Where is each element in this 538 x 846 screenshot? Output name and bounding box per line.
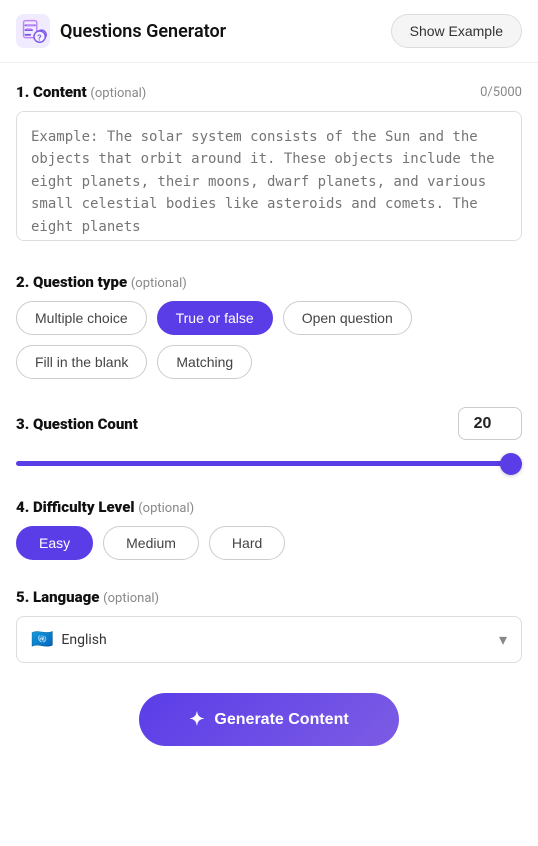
language-flag: 🇺🇳	[31, 629, 53, 650]
section1-title: 1. Content (optional)	[16, 83, 146, 101]
section-language: 5. Language (optional) 🇺🇳 English ▾	[16, 588, 522, 663]
pill-open-question[interactable]: Open question	[283, 301, 412, 335]
show-example-button[interactable]: Show Example	[391, 14, 522, 48]
slider-container	[16, 452, 522, 470]
main-content: 1. Content (optional) 0/5000 2. Question…	[0, 63, 538, 683]
pill-true-or-false[interactable]: True or false	[157, 301, 273, 335]
question-count-row: 3. Question Count	[16, 407, 522, 440]
section5-label: 5. Language (optional)	[16, 588, 522, 606]
pill-easy[interactable]: Easy	[16, 526, 93, 560]
questions-generator-icon: ?	[16, 14, 50, 48]
count-input-wrap	[458, 407, 522, 440]
section2-title: 2. Question type (optional)	[16, 273, 187, 291]
question-count-slider[interactable]	[16, 461, 522, 466]
content-textarea[interactable]	[16, 111, 522, 241]
sparkle-icon: ✦	[189, 709, 204, 730]
pill-fill-in-the-blank[interactable]: Fill in the blank	[16, 345, 147, 379]
section4-label: 4. Difficulty Level (optional)	[16, 498, 522, 516]
section5-title: 5. Language (optional)	[16, 588, 159, 606]
count-input[interactable]	[471, 415, 509, 433]
char-count: 0/5000	[480, 85, 522, 100]
section2-label: 2. Question type (optional)	[16, 273, 522, 291]
section-content: 1. Content (optional) 0/5000	[16, 83, 522, 245]
section-question-count: 3. Question Count	[16, 407, 522, 470]
app-title: Questions Generator	[60, 21, 226, 42]
pill-matching[interactable]: Matching	[157, 345, 252, 379]
generate-btn-wrap: ✦ Generate Content	[0, 683, 538, 776]
section3-label: 3. Question Count	[16, 415, 138, 433]
chevron-down-icon: ▾	[499, 630, 507, 649]
pill-multiple-choice[interactable]: Multiple choice	[16, 301, 147, 335]
language-dropdown[interactable]: 🇺🇳 English ▾	[16, 616, 522, 663]
section4-title: 4. Difficulty Level (optional)	[16, 498, 194, 516]
header-left: ? Questions Generator	[16, 14, 226, 48]
pill-medium[interactable]: Medium	[103, 526, 199, 560]
svg-text:?: ?	[37, 33, 41, 43]
question-type-group: Multiple choice True or false Open quest…	[16, 301, 522, 379]
language-label: English	[61, 632, 106, 648]
section1-label: 1. Content (optional) 0/5000	[16, 83, 522, 101]
generate-button-label: Generate Content	[214, 711, 348, 729]
pill-hard[interactable]: Hard	[209, 526, 285, 560]
language-left: 🇺🇳 English	[31, 629, 107, 650]
difficulty-group: Easy Medium Hard	[16, 526, 522, 560]
generate-button[interactable]: ✦ Generate Content	[139, 693, 399, 746]
header: ? Questions Generator Show Example	[0, 0, 538, 63]
section-question-type: 2. Question type (optional) Multiple cho…	[16, 273, 522, 379]
section-difficulty: 4. Difficulty Level (optional) Easy Medi…	[16, 498, 522, 560]
